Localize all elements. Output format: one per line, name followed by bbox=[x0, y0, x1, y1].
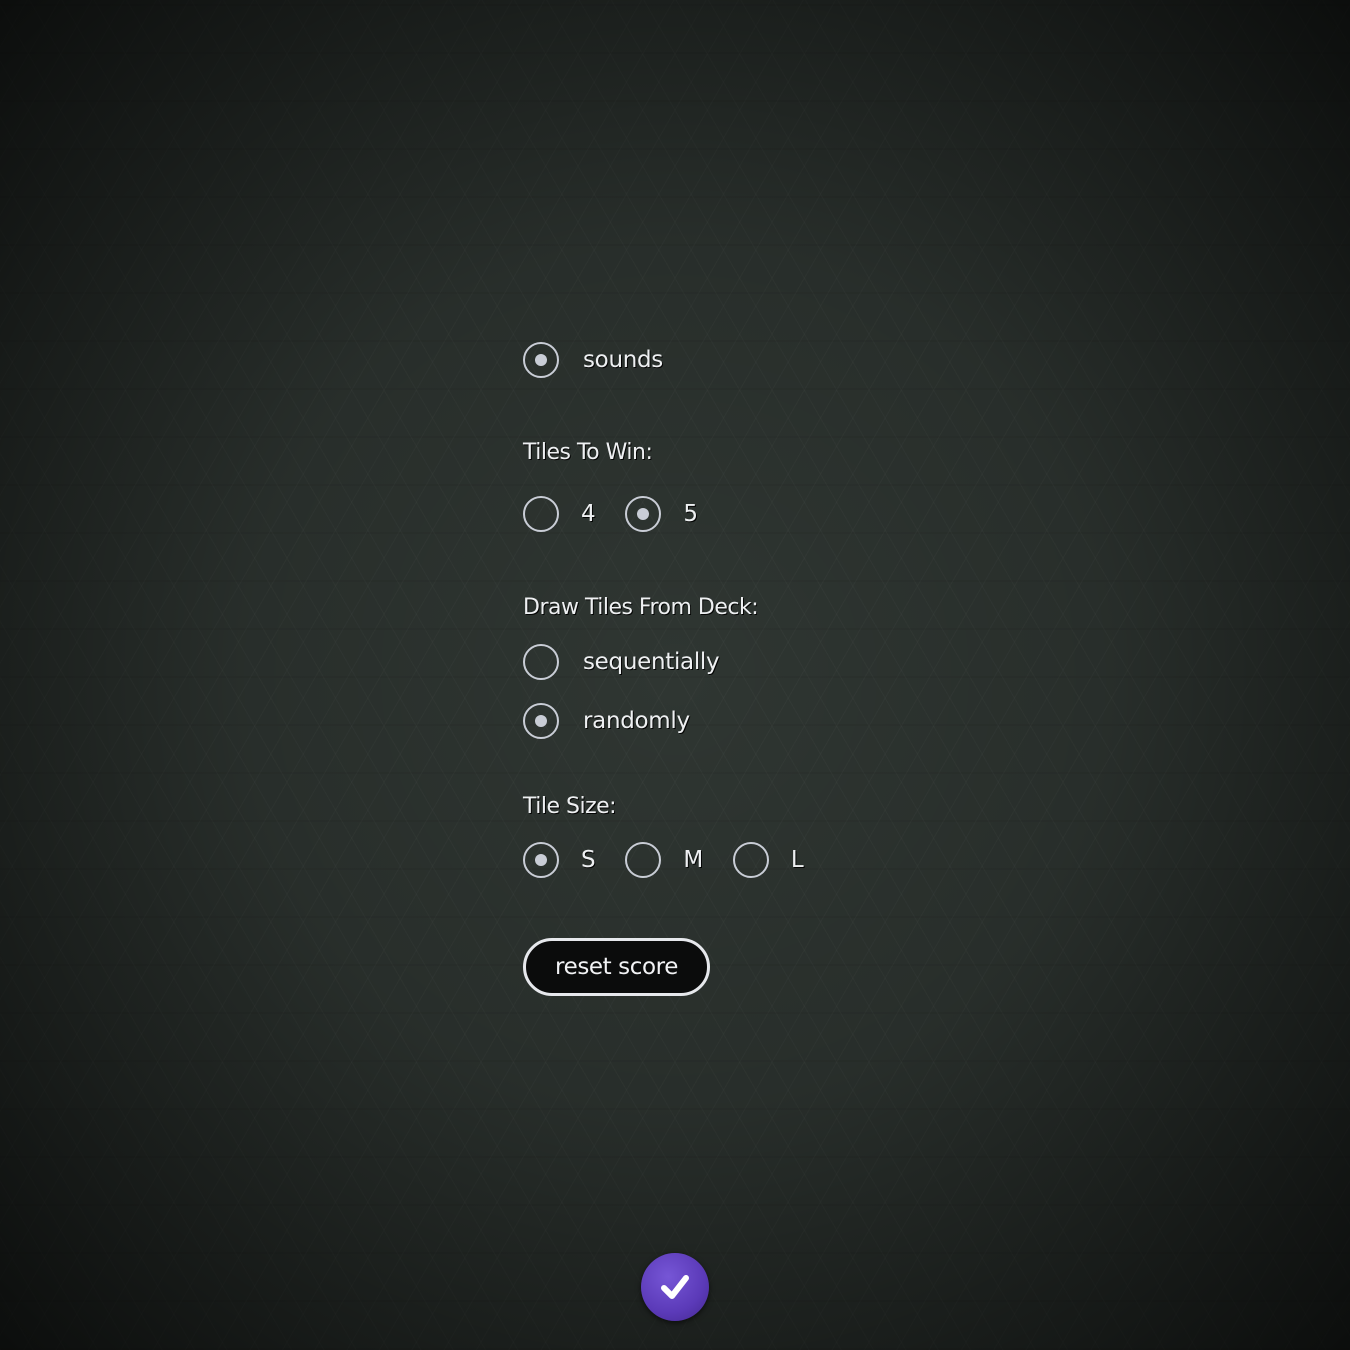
option-label: M bbox=[683, 847, 703, 873]
checkmark-icon bbox=[661, 1275, 689, 1299]
tile-size-option-l[interactable]: L bbox=[732, 842, 834, 878]
tile-size-group: S M L bbox=[523, 838, 943, 882]
tile-size-option-s[interactable]: S bbox=[523, 842, 625, 878]
option-label: S bbox=[581, 847, 596, 873]
draw-tiles-option-sequentially[interactable]: sequentially bbox=[523, 644, 720, 680]
sounds-toggle[interactable]: sounds bbox=[523, 342, 663, 378]
draw-tiles-heading: Draw Tiles From Deck: bbox=[523, 595, 759, 620]
draw-tiles-row-sequentially: sequentially bbox=[523, 640, 943, 684]
confirm-button[interactable] bbox=[641, 1253, 709, 1321]
radio-icon[interactable] bbox=[625, 842, 662, 878]
radio-icon[interactable] bbox=[625, 496, 662, 532]
tiles-to-win-option-4[interactable]: 4 bbox=[523, 496, 625, 532]
radio-icon[interactable] bbox=[523, 703, 559, 739]
sounds-radio-icon[interactable] bbox=[523, 342, 559, 378]
tile-size-option-m[interactable]: M bbox=[625, 842, 733, 878]
tiles-to-win-group: 4 5 bbox=[523, 492, 943, 536]
tile-size-heading: Tile Size: bbox=[523, 794, 617, 819]
draw-tiles-row-randomly: randomly bbox=[523, 699, 943, 743]
sounds-label: sounds bbox=[583, 347, 663, 373]
option-label: sequentially bbox=[583, 649, 720, 675]
radio-icon[interactable] bbox=[523, 496, 559, 532]
radio-icon[interactable] bbox=[732, 842, 769, 878]
radio-icon[interactable] bbox=[523, 644, 559, 680]
option-label: 4 bbox=[581, 501, 596, 527]
radio-icon[interactable] bbox=[523, 842, 559, 878]
option-label: L bbox=[790, 847, 804, 873]
sounds-row: sounds bbox=[523, 338, 943, 382]
reset-score-button[interactable]: reset score bbox=[523, 938, 710, 996]
draw-tiles-option-randomly[interactable]: randomly bbox=[523, 703, 690, 739]
option-label: 5 bbox=[683, 501, 698, 527]
tiles-to-win-option-5[interactable]: 5 bbox=[625, 496, 727, 532]
option-label: randomly bbox=[583, 708, 690, 734]
settings-panel: sounds Tiles To Win: 4 5 Draw Tiles From… bbox=[523, 338, 943, 996]
tiles-to-win-heading: Tiles To Win: bbox=[523, 440, 653, 465]
